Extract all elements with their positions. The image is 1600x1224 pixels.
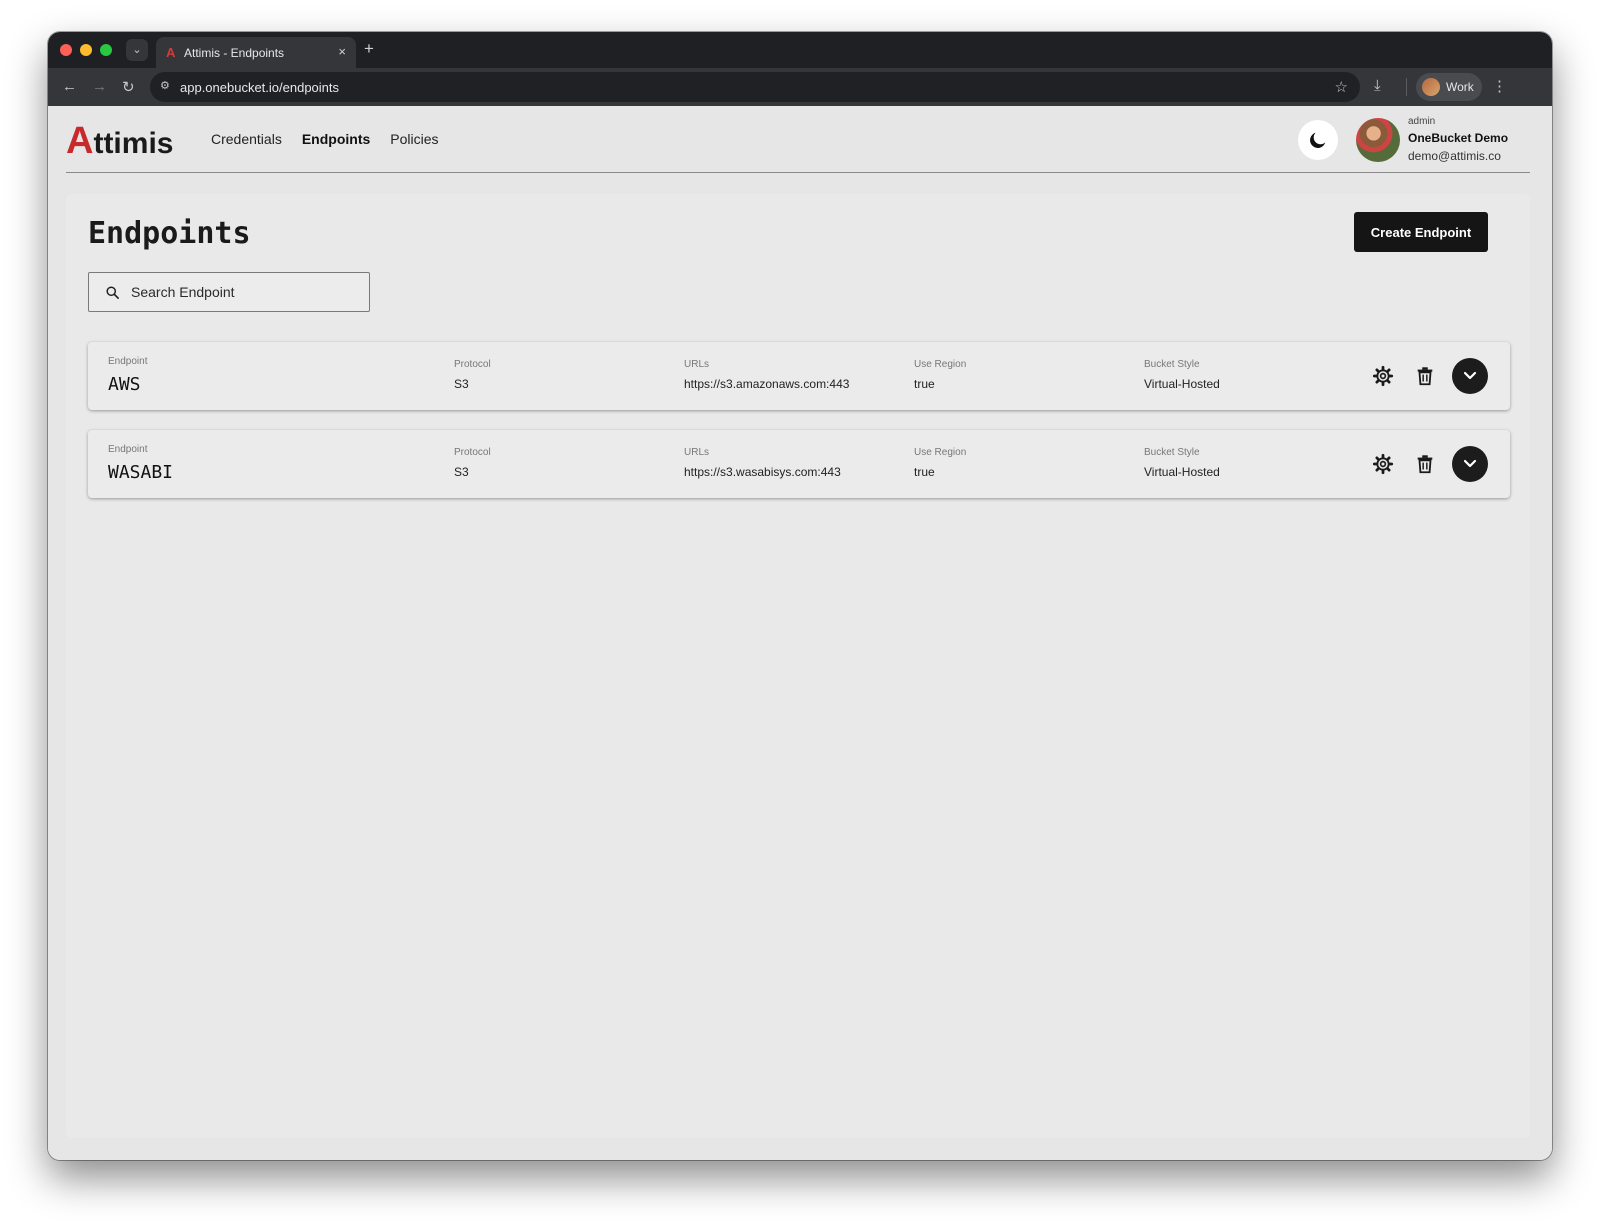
app-viewport: Attimis Credentials Endpoints Policies a… — [48, 106, 1552, 1160]
gear-icon — [1372, 365, 1394, 387]
minimize-window-button[interactable] — [80, 44, 92, 56]
endpoint-name: AWS — [108, 374, 141, 395]
tab-title: Attimis - Endpoints — [184, 46, 285, 60]
urls-label: URLs — [684, 447, 710, 458]
favicon-icon: A — [166, 45, 176, 60]
endpoint-label: Endpoint — [108, 356, 148, 367]
new-tab-icon[interactable]: + — [364, 39, 374, 59]
chevron-down-icon — [1463, 459, 1477, 468]
tab-close-icon[interactable]: × — [338, 44, 346, 59]
browser-toolbar: ← → ↻ ⚙ app.onebucket.io/endpoints ☆ ⤓ W… — [48, 68, 1552, 106]
attimis-logo[interactable]: Attimis — [66, 120, 174, 162]
reload-icon[interactable]: ↻ — [122, 78, 135, 96]
trash-icon — [1417, 367, 1433, 386]
address-bar[interactable]: ⚙ app.onebucket.io/endpoints ☆ — [150, 72, 1360, 102]
settings-button[interactable] — [1372, 365, 1394, 387]
nav-endpoints[interactable]: Endpoints — [302, 131, 370, 147]
page-title: Endpoints — [88, 216, 251, 251]
logo-initial: A — [66, 120, 94, 162]
forward-icon[interactable]: → — [92, 78, 107, 95]
user-avatar[interactable] — [1356, 118, 1400, 162]
use-region-label: Use Region — [914, 447, 967, 458]
endpoint-row: Endpoint WASABI Protocol S3 URLs https:/… — [88, 430, 1510, 498]
bookmark-icon[interactable]: ☆ — [1335, 78, 1348, 96]
maximize-window-button[interactable] — [100, 44, 112, 56]
settings-button[interactable] — [1372, 453, 1394, 475]
browser-window: ⌄ A Attimis - Endpoints × + ← → ↻ ⚙ app.… — [48, 32, 1552, 1160]
nav-credentials[interactable]: Credentials — [211, 131, 282, 147]
moon-icon — [1310, 132, 1326, 148]
user-name: OneBucket Demo — [1408, 131, 1509, 145]
protocol-value: S3 — [454, 465, 469, 479]
endpoint-name: WASABI — [108, 462, 174, 483]
gear-icon — [1372, 453, 1394, 475]
urls-label: URLs — [684, 359, 710, 370]
bucket-style-value: Virtual-Hosted — [1144, 465, 1220, 479]
toolbar-divider — [1406, 78, 1407, 96]
browser-menu-icon[interactable]: ⋮ — [1492, 77, 1507, 95]
tab-strip: ⌄ A Attimis - Endpoints × + — [48, 32, 1552, 68]
use-region-label: Use Region — [914, 359, 967, 370]
profile-name: Work — [1446, 80, 1474, 94]
url-value: https://s3.wasabisys.com:443 — [684, 465, 841, 479]
bucket-style-label: Bucket Style — [1144, 359, 1200, 370]
endpoints-panel: Endpoints Create Endpoint Endpoint AWS P… — [66, 194, 1530, 1138]
browser-tab[interactable]: A Attimis - Endpoints × — [156, 37, 356, 68]
profile-avatar — [1422, 78, 1440, 96]
chevron-down-icon — [1463, 371, 1477, 380]
protocol-value: S3 — [454, 377, 469, 391]
main-nav: Credentials Endpoints Policies — [211, 131, 439, 147]
address-url[interactable]: app.onebucket.io/endpoints — [180, 80, 339, 95]
expand-button[interactable] — [1452, 358, 1488, 394]
user-email: demo@attimis.co — [1408, 149, 1501, 163]
theme-toggle-button[interactable] — [1298, 120, 1338, 160]
close-window-button[interactable] — [60, 44, 72, 56]
trash-icon — [1417, 455, 1433, 474]
use-region-value: true — [914, 465, 935, 479]
endpoint-label: Endpoint — [108, 444, 148, 455]
search-icon — [106, 286, 119, 299]
expand-button[interactable] — [1452, 446, 1488, 482]
user-role: admin — [1408, 116, 1436, 127]
search-box[interactable] — [88, 272, 370, 312]
nav-policies[interactable]: Policies — [390, 131, 438, 147]
delete-button[interactable] — [1414, 365, 1436, 387]
protocol-label: Protocol — [454, 359, 491, 370]
url-value: https://s3.amazonaws.com:443 — [684, 377, 850, 391]
back-icon[interactable]: ← — [62, 78, 77, 95]
protocol-label: Protocol — [454, 447, 491, 458]
site-settings-icon[interactable]: ⚙ — [160, 79, 170, 92]
use-region-value: true — [914, 377, 935, 391]
logo-text: ttimis — [93, 127, 174, 160]
search-input[interactable] — [131, 282, 351, 302]
bucket-style-value: Virtual-Hosted — [1144, 377, 1220, 391]
profile-button[interactable]: Work — [1416, 73, 1482, 101]
create-endpoint-button[interactable]: Create Endpoint — [1354, 212, 1488, 252]
delete-button[interactable] — [1414, 453, 1436, 475]
header-divider — [66, 172, 1530, 173]
tab-search-icon[interactable]: ⌄ — [126, 39, 148, 61]
endpoint-row: Endpoint AWS Protocol S3 URLs https://s3… — [88, 342, 1510, 410]
download-icon[interactable]: ⤓ — [1374, 77, 1381, 94]
bucket-style-label: Bucket Style — [1144, 447, 1200, 458]
